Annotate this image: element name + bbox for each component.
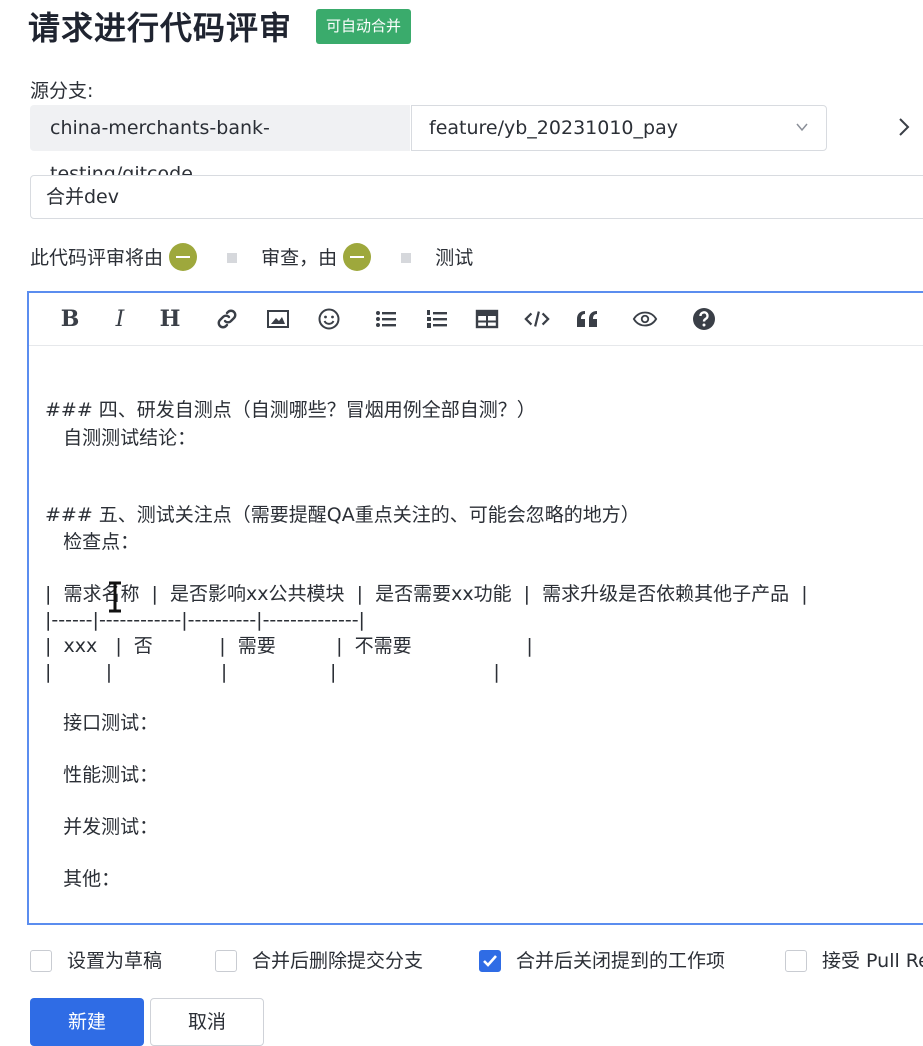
help-icon[interactable]: [691, 306, 717, 332]
auto-merge-badge: 可自动合并: [316, 9, 412, 44]
quote-icon[interactable]: [575, 306, 601, 332]
editor-line: 接口测试：: [45, 712, 159, 734]
reviewer-name-redacted: [197, 250, 255, 264]
draft-label: 设置为草稿: [67, 950, 163, 972]
editor-line: 并发测试：: [45, 816, 159, 838]
editor-line: 自测测试结论：: [45, 427, 197, 449]
tester-name-redacted: [371, 250, 429, 264]
close-workitems-checkbox[interactable]: [479, 950, 501, 972]
chevron-right-icon[interactable]: [896, 116, 912, 138]
bold-icon[interactable]: B: [57, 306, 83, 332]
preview-eye-icon[interactable]: [632, 306, 658, 332]
table-icon[interactable]: [474, 306, 500, 332]
mr-title-value: 合并dev: [46, 186, 119, 208]
source-branch-label: 源分支:: [30, 80, 94, 102]
tester-avatar[interactable]: [343, 242, 372, 271]
editor-line: | | | | |: [45, 661, 500, 683]
editor-line: 其他：: [45, 868, 121, 890]
check-icon: [483, 955, 497, 967]
close-workitems-label: 合并后关闭提到的工作项: [516, 950, 726, 972]
accept-pull-checkbox[interactable]: [785, 950, 807, 972]
editor-line: | xxx | 否 | 需要 | 不需要 |: [45, 635, 533, 657]
image-icon[interactable]: [265, 306, 291, 332]
reviewer-middle: 审查，由: [261, 247, 338, 269]
editor-line: 检查点：: [45, 531, 140, 553]
mr-title-input[interactable]: 合并dev: [30, 175, 923, 219]
heading-icon[interactable]: H: [157, 306, 183, 332]
reviewer-prefix: 此代码评审将由: [30, 247, 164, 269]
reviewer-avatar[interactable]: [169, 242, 198, 271]
chevron-down-icon: [796, 123, 808, 132]
editor-line: 性能测试：: [45, 764, 159, 786]
editor-content[interactable]: ### 四、研发自测点（自测哪些？冒烟用例全部自测？） 自测测试结论： ### …: [45, 345, 923, 890]
create-button[interactable]: 新建: [30, 998, 144, 1046]
bullet-list-icon[interactable]: [373, 306, 399, 332]
page-title: 请求进行代码评审: [28, 9, 293, 47]
link-icon[interactable]: [214, 306, 240, 332]
editor-line: ### 五、测试关注点（需要提醒QA重点关注的、可能会忽略的地方）: [45, 504, 640, 526]
source-branch-value: feature/yb_20231010_pay: [429, 117, 678, 139]
emoji-icon[interactable]: [316, 306, 342, 332]
editor-line: |------|------------|----------|--------…: [45, 609, 365, 631]
cancel-button[interactable]: 取消: [150, 998, 264, 1046]
italic-icon[interactable]: I: [107, 306, 133, 332]
text-cursor-icon: [109, 581, 121, 613]
markdown-editor[interactable]: B I H ### 四、研发自测点（自测哪些？冒烟用例全部自测？） 自测测试结论…: [27, 291, 923, 925]
source-repo: china-merchants-bank-testing/gitcode: [30, 105, 410, 185]
code-icon[interactable]: [524, 306, 550, 332]
accept-pull-label: 接受 Pull Re: [822, 950, 923, 972]
reviewer-line: 此代码评审将由 审查，由 测试: [30, 242, 474, 273]
delete-branch-label: 合并后删除提交分支: [252, 950, 424, 972]
editor-toolbar: B I H: [29, 293, 923, 346]
numbered-list-icon[interactable]: [424, 306, 450, 332]
delete-branch-checkbox[interactable]: [215, 950, 237, 972]
editor-line: ### 四、研发自测点（自测哪些？冒烟用例全部自测？）: [45, 399, 536, 421]
source-branch-select[interactable]: feature/yb_20231010_pay: [411, 105, 827, 151]
reviewer-suffix: 测试: [435, 247, 474, 269]
draft-checkbox[interactable]: [30, 950, 52, 972]
editor-line: | 需求名称 | 是否影响xx公共模块 | 是否需要xx功能 | 需求升级是否依…: [45, 583, 808, 605]
